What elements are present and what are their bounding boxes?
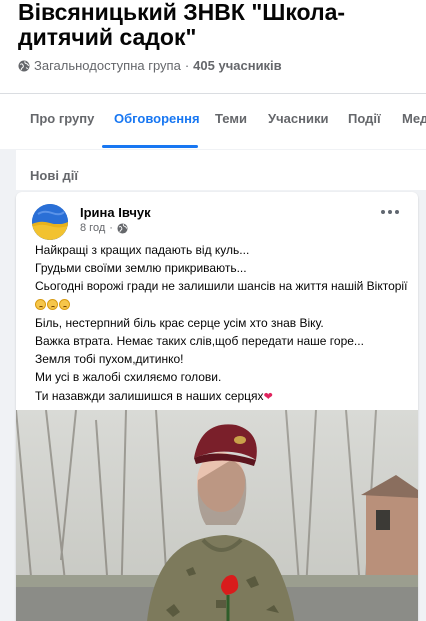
globe-icon: [18, 60, 30, 71]
post-line: Земля тобі пухом,дитинко!: [35, 352, 184, 367]
group-privacy: Загальнодоступна група: [34, 58, 181, 73]
post-line: Важка втрата. Немає таких слів,щоб перед…: [35, 334, 364, 349]
tab-topics[interactable]: Теми: [215, 94, 247, 148]
tab-about[interactable]: Про групу: [30, 94, 94, 148]
post-text: Найкращі з кращих падають від куль... Гр…: [35, 241, 407, 424]
crying-face-icon: [47, 298, 58, 310]
feed-section-header: Нові дії: [16, 150, 426, 190]
tab-discussion[interactable]: Обговорення: [114, 94, 200, 148]
post-line-with-heart: Ти назавжди залишишся в наших серцях❤: [35, 387, 407, 406]
avatar-image: [32, 204, 68, 240]
emoji-row: [35, 296, 407, 314]
group-title[interactable]: Вівсяницький ЗНВК "Школа-дитячий садок": [18, 0, 418, 50]
post-line: Біль, нестерпний біль крає серце усім хт…: [35, 315, 324, 330]
post-author[interactable]: Ірина Івчук: [80, 205, 151, 220]
meta-separator: ·: [184, 58, 190, 73]
post-card: Ірина Івчук 8 год · Найкращі з кращих па…: [16, 192, 418, 621]
crying-face-icon: [59, 298, 70, 310]
post-meta: 8 год ·: [80, 222, 128, 234]
member-count[interactable]: 405 учасників: [193, 58, 282, 73]
post-photo-image: [16, 410, 418, 621]
more-options-icon[interactable]: [378, 204, 402, 220]
group-meta: Загальнодоступна група · 405 учасників: [18, 58, 282, 73]
globe-icon: [117, 222, 128, 234]
post-line: Ми усі в жалобі схиляємо голови.: [35, 370, 222, 385]
broken-heart-icon: ❤: [263, 390, 273, 403]
tab-media[interactable]: Медіа: [402, 94, 426, 148]
crying-face-icon: [35, 298, 46, 310]
feed-section-title[interactable]: Нові дії: [30, 168, 78, 183]
post-time[interactable]: 8 год: [80, 222, 105, 234]
post-line: Грудьми своїми землю прикривають...: [35, 261, 247, 276]
tab-members[interactable]: Учасники: [268, 94, 328, 148]
tab-events[interactable]: Події: [348, 94, 381, 148]
post-line: Сьогодні ворожі гради не залишили шансів…: [35, 279, 408, 294]
active-tab-indicator: [102, 145, 198, 148]
group-tabs: Про групу Обговорення Теми Учасники Поді…: [0, 93, 426, 149]
post-photo[interactable]: [16, 410, 418, 621]
group-header: Вівсяницький ЗНВК "Школа-дитячий садок" …: [0, 0, 426, 149]
post-line: Найкращі з кращих падають від куль...: [35, 243, 250, 257]
post-meta-separator: ·: [109, 222, 113, 234]
post-line: Ти назавжди залишишся в наших серцях: [35, 388, 264, 403]
avatar[interactable]: [32, 204, 68, 240]
